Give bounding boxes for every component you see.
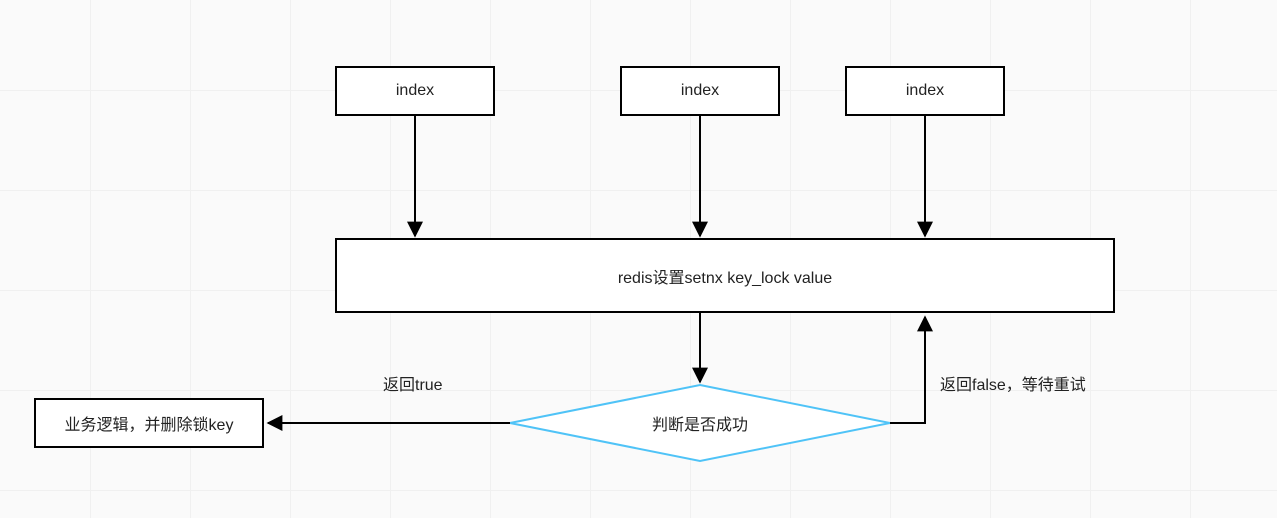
- edge-label-true: 返回true: [383, 371, 443, 395]
- edge-label-false-text: 返回false，等待重试: [940, 377, 1086, 394]
- node-index-2: index: [620, 66, 780, 116]
- edge-label-false: 返回false，等待重试: [940, 371, 1086, 395]
- node-business-logic: 业务逻辑，并删除锁key: [34, 398, 264, 448]
- node-index-3: index: [845, 66, 1005, 116]
- node-index-1-label: index: [396, 82, 434, 100]
- node-redis-setnx-label: redis设置setnx key_lock value: [618, 264, 832, 288]
- node-index-2-label: index: [681, 82, 719, 100]
- node-business-logic-label: 业务逻辑，并删除锁key: [65, 411, 234, 435]
- edge-label-true-text: 返回true: [383, 377, 443, 394]
- node-index-1: index: [335, 66, 495, 116]
- node-redis-setnx: redis设置setnx key_lock value: [335, 238, 1115, 313]
- node-index-3-label: index: [906, 82, 944, 100]
